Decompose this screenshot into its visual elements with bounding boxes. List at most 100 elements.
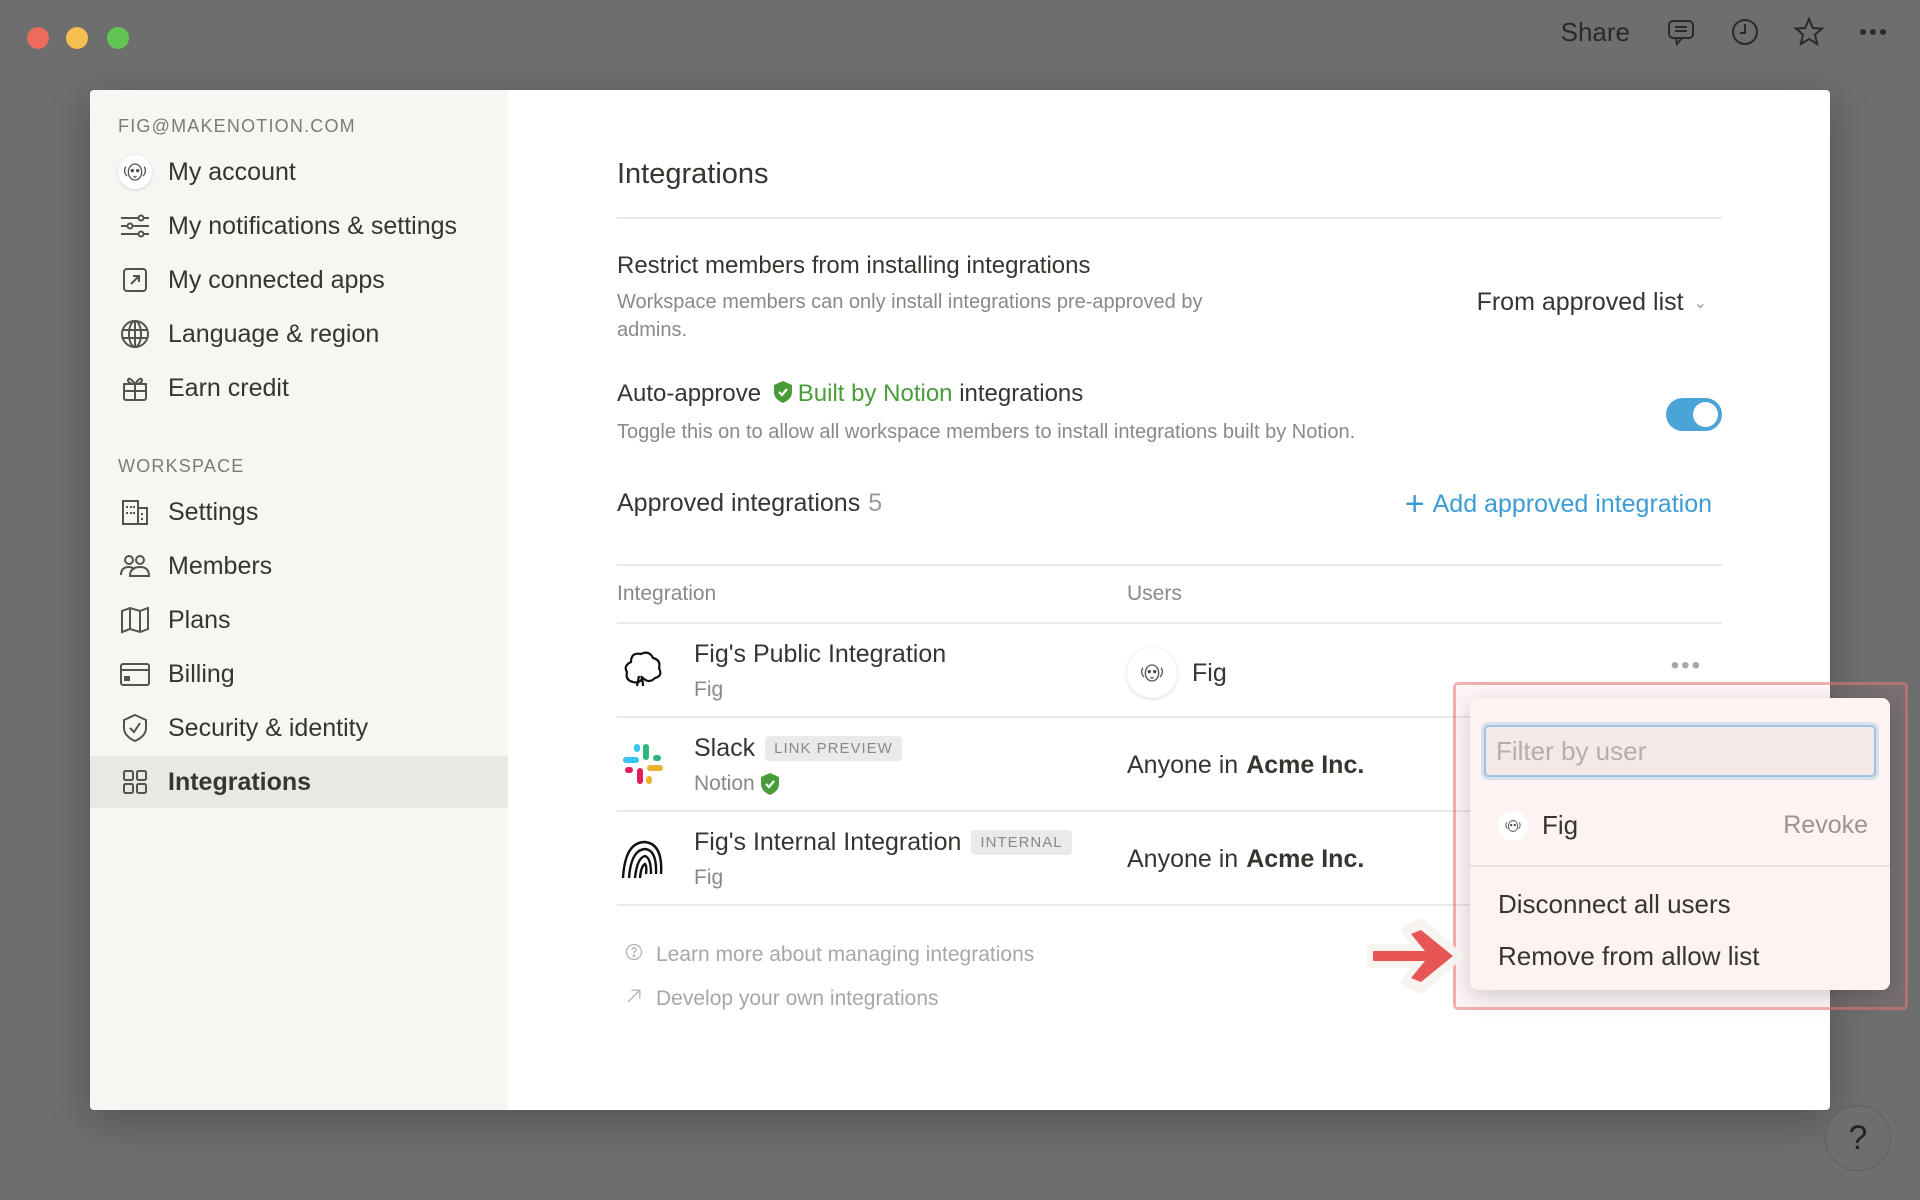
sidebar-item-label: Plans	[168, 605, 231, 634]
toggle-knob	[1693, 402, 1718, 427]
sidebar-item-security[interactable]: Security & identity	[90, 702, 508, 754]
integration-developer: Fig	[694, 678, 723, 702]
globe-icon	[118, 317, 152, 351]
arrow-up-right-icon	[622, 986, 646, 1012]
user-avatar	[1127, 648, 1177, 698]
column-header-integration: Integration	[617, 582, 717, 605]
integration-users: Anyone in Acme Inc.	[1127, 751, 1364, 780]
integration-tag: LINK PREVIEW	[765, 736, 902, 761]
verified-shield-icon	[760, 773, 779, 795]
restrict-title: Restrict members from installing integra…	[617, 252, 1091, 279]
integration-developer: Notion	[694, 772, 785, 796]
disconnect-all-users-item[interactable]: Disconnect all users	[1498, 889, 1731, 920]
help-button[interactable]: ?	[1825, 1105, 1891, 1171]
integration-name-text: Fig's Internal Integration	[694, 828, 962, 856]
develop-integrations-link[interactable]: Develop your own integrations	[622, 986, 939, 1012]
auto-approve-suffix: integrations	[959, 380, 1084, 407]
users-prefix: Anyone in	[1127, 751, 1239, 779]
sidebar-item-my-account[interactable]: My account	[90, 146, 508, 198]
auto-approve-prefix: Auto-approve	[617, 380, 762, 407]
sidebar-item-members[interactable]: Members	[90, 540, 508, 592]
chevron-down-icon: ⌄	[1693, 294, 1707, 312]
topbar-actions: Share	[1561, 12, 1920, 52]
sidebar-item-label: My account	[168, 157, 296, 186]
auto-approve-toggle[interactable]	[1666, 398, 1722, 431]
auto-approve-title: Auto-approve Built by Notion integration…	[617, 380, 1083, 408]
sidebar-item-notifications[interactable]: My notifications & settings	[90, 200, 508, 252]
sidebar-item-label: Integrations	[168, 767, 312, 796]
sidebar-item-plans[interactable]: Plans	[90, 594, 508, 646]
credit-card-icon	[118, 657, 152, 691]
integration-name-text: Slack	[694, 734, 756, 762]
approved-label: Approved integrations	[617, 489, 861, 517]
map-icon	[118, 603, 152, 637]
fig-public-icon	[624, 651, 662, 687]
grid-icon	[118, 765, 152, 799]
integration-name: Fig's Public Integration	[694, 640, 946, 669]
restrict-dropdown[interactable]: From approved list ⌄	[1477, 288, 1707, 317]
revoke-button[interactable]: Revoke	[1783, 811, 1868, 840]
integration-tag: INTERNAL	[971, 830, 1072, 855]
clock-icon[interactable]	[1728, 15, 1762, 49]
filter-by-user-input[interactable]	[1484, 725, 1876, 777]
row-more-button[interactable]: •••	[1671, 652, 1702, 680]
sidebar-item-label: Billing	[168, 659, 235, 688]
approved-count: 5	[868, 489, 883, 517]
window-minimize-button[interactable]	[66, 27, 88, 49]
sidebar-item-connected-apps[interactable]: My connected apps	[90, 254, 508, 306]
dropdown-value: From approved list	[1476, 288, 1684, 316]
popup-divider	[1470, 865, 1890, 867]
add-approved-integration-button[interactable]: + Add approved integration	[1405, 487, 1712, 521]
shield-icon	[118, 711, 152, 745]
fig-internal-icon	[621, 840, 663, 879]
window-close-button[interactable]	[27, 27, 49, 49]
window-zoom-button[interactable]	[107, 27, 129, 49]
comment-icon[interactable]	[1664, 15, 1698, 49]
integration-users: Anyone in Acme Inc.	[1127, 845, 1364, 874]
sidebar-item-label: Earn credit	[168, 373, 289, 402]
sidebar-item-label: Members	[168, 551, 273, 580]
workspace-section-label: WORKSPACE	[118, 456, 245, 476]
auto-approve-description: Toggle this on to allow all workspace me…	[617, 421, 1356, 443]
users-text: Fig	[1192, 658, 1227, 687]
sidebar-item-label: My connected apps	[168, 265, 385, 294]
developer-text: Notion	[694, 772, 755, 795]
developer-text: Fig	[694, 678, 724, 701]
popup-user-row: Fig Revoke	[1498, 810, 1868, 841]
external-link-icon	[118, 263, 152, 297]
table-top-divider	[617, 564, 1722, 566]
account-section-label: FIG@MAKENOTION.COM	[118, 116, 356, 136]
approved-integrations-heading: Approved integrations 5	[617, 489, 882, 518]
user-avatar	[1498, 810, 1528, 841]
popup-user-name: Fig	[1542, 810, 1579, 840]
remove-from-allow-list-item[interactable]: Remove from allow list	[1498, 941, 1760, 972]
title-divider	[617, 217, 1722, 219]
users-text: Acme Inc.	[1246, 751, 1365, 779]
integration-name-text: Fig's Public Integration	[694, 640, 947, 668]
sidebar-item-label: My notifications & settings	[168, 211, 458, 240]
more-icon[interactable]	[1856, 15, 1890, 49]
sidebar-item-integrations[interactable]: Integrations	[90, 756, 508, 808]
gift-icon	[118, 371, 152, 405]
share-button[interactable]: Share	[1561, 17, 1630, 48]
slack-icon	[623, 744, 663, 784]
column-header-users: Users	[1127, 582, 1182, 605]
integration-users: Fig	[1127, 648, 1227, 698]
sidebar-item-earn-credit[interactable]: Earn credit	[90, 362, 508, 414]
restrict-desc-line: Workspace members can only install integ…	[617, 291, 1203, 313]
learn-more-link[interactable]: Learn more about managing integrations	[622, 942, 1034, 968]
sidebar-item-settings[interactable]: Settings	[90, 486, 508, 538]
people-icon	[118, 549, 152, 583]
integration-name: Fig's Internal Integration INTERNAL	[694, 828, 1072, 857]
integration-options-menu: Fig Revoke Disconnect all users Remove f…	[1470, 698, 1890, 990]
star-icon[interactable]	[1792, 15, 1826, 49]
restrict-description: Workspace members can only install integ…	[617, 288, 1202, 344]
plus-icon: +	[1404, 485, 1425, 523]
link-text: Learn more about managing integrations	[656, 943, 1035, 966]
sidebar-item-language[interactable]: Language & region	[90, 308, 508, 360]
sidebar-item-label: Language & region	[168, 319, 380, 348]
avatar-icon	[118, 155, 152, 189]
page-title: Integrations	[617, 158, 769, 190]
sidebar-item-billing[interactable]: Billing	[90, 648, 508, 700]
help-circle-icon	[622, 942, 646, 968]
